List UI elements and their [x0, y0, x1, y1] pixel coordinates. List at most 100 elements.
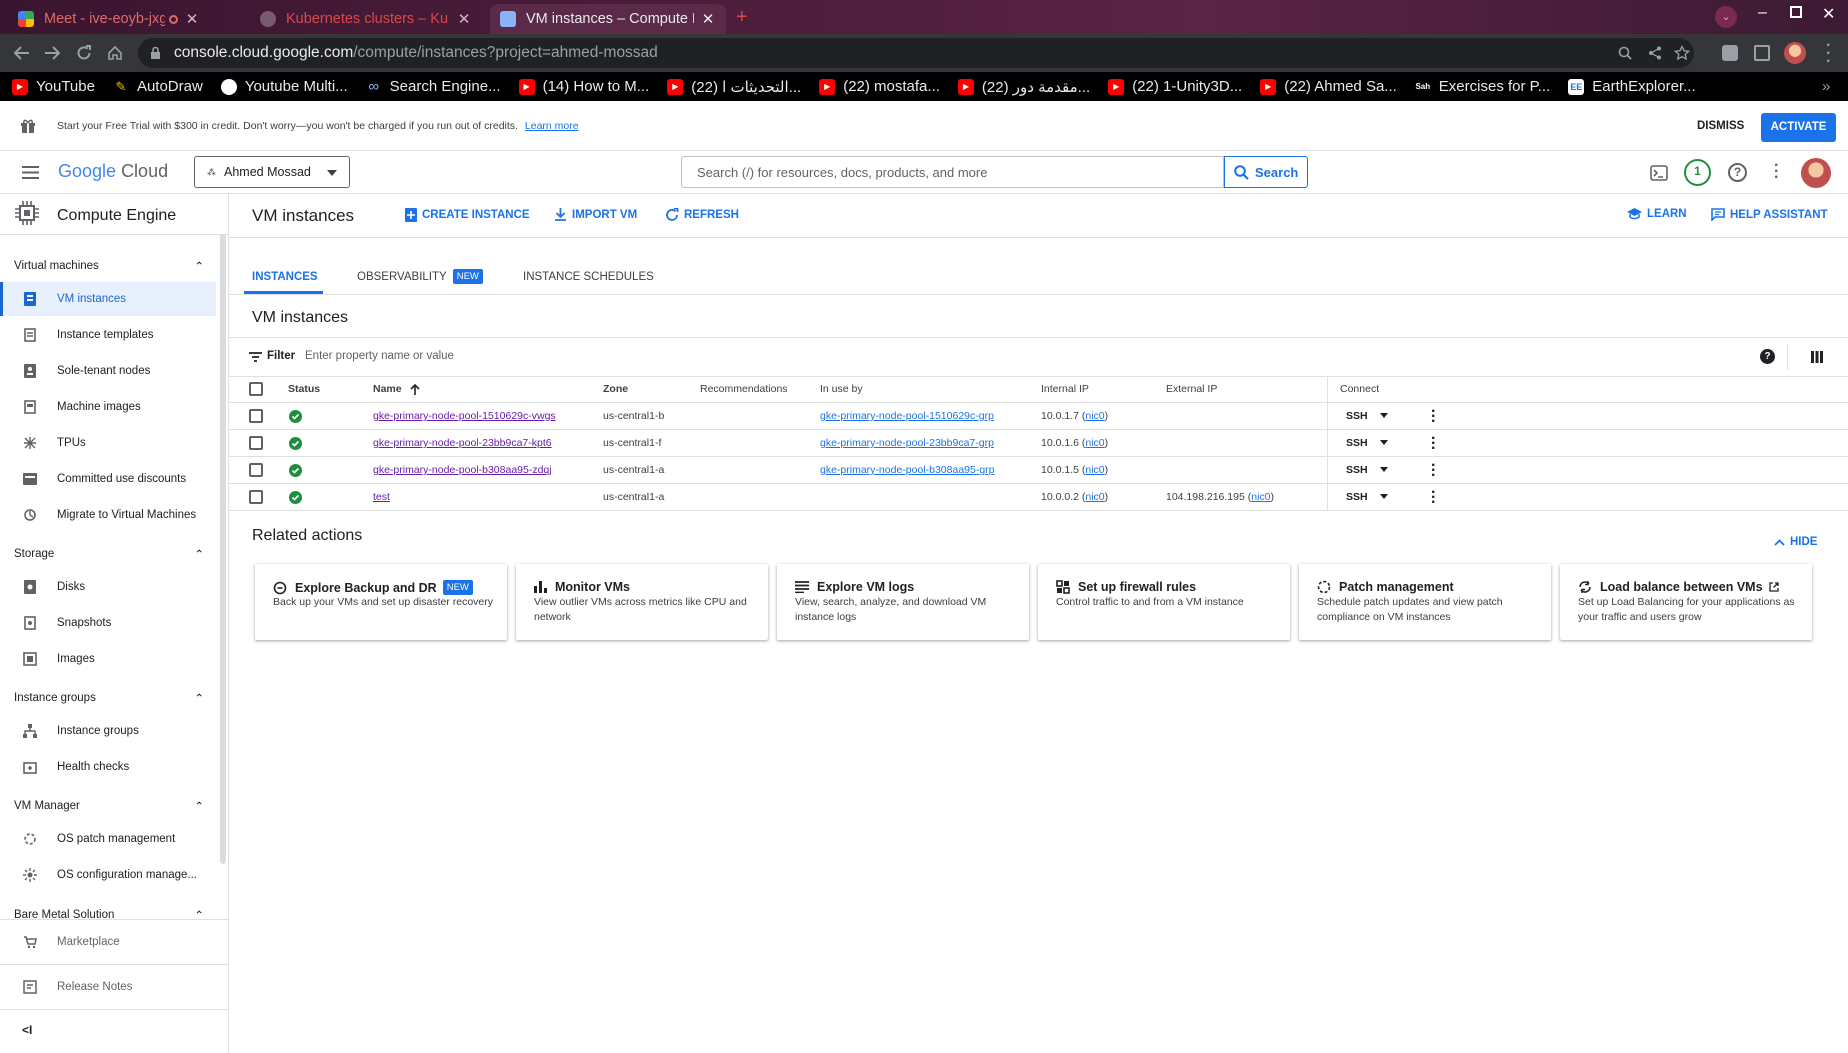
lock-icon[interactable] — [150, 46, 161, 60]
help-assistant-button[interactable]: HELP ASSISTANT — [1711, 208, 1828, 221]
bookmark-star-icon[interactable] — [1674, 45, 1690, 61]
ssh-dropdown-arrow-icon[interactable] — [1380, 467, 1388, 472]
bookmark-earthexplorer[interactable]: EE EarthExplorer... — [1568, 78, 1696, 95]
column-header-zone[interactable]: Zone — [603, 376, 628, 402]
refresh-button[interactable]: REFRESH — [665, 208, 739, 222]
section-vm-manager[interactable]: VM Manager ⌃ — [14, 799, 214, 813]
row-checkbox[interactable] — [249, 463, 263, 477]
card-explore-logs[interactable]: Explore VM logs View, search, analyze, a… — [777, 564, 1029, 640]
close-tab-icon[interactable]: ✕ — [184, 10, 200, 28]
tab-search-icon[interactable]: ⌄ — [1715, 6, 1737, 28]
row-more-actions-icon[interactable]: · · · — [1431, 485, 1436, 511]
google-cloud-logo[interactable]: Google Cloud — [58, 161, 168, 182]
sidebar-item-migrate[interactable]: Migrate to Virtual Machines — [0, 498, 216, 532]
project-picker[interactable]: ⁂ Ahmed Mossad — [194, 156, 350, 188]
tab-instance-schedules[interactable]: INSTANCE SCHEDULES — [523, 271, 654, 283]
column-header-internal-ip[interactable]: Internal IP — [1041, 376, 1089, 402]
chrome-menu-icon[interactable]: · · · — [1826, 38, 1831, 70]
section-storage[interactable]: Storage ⌃ — [14, 547, 214, 561]
sidebar-item-marketplace[interactable]: Marketplace — [0, 925, 216, 959]
row-more-actions-icon[interactable]: · · · — [1431, 404, 1436, 430]
row-more-actions-icon[interactable]: · · · — [1431, 458, 1436, 484]
sidebar-item-release-notes[interactable]: Release Notes — [0, 970, 216, 1004]
url-bar[interactable]: console.cloud.google.com/compute/instanc… — [138, 38, 1694, 68]
section-instance-groups[interactable]: Instance groups ⌃ — [14, 691, 214, 705]
sidebar-item-machine-images[interactable]: Machine images — [0, 390, 216, 424]
bookmark-updates[interactable]: ▶ (22) التحديثات ا... — [667, 78, 801, 96]
account-avatar[interactable] — [1801, 158, 1831, 188]
back-icon[interactable] — [14, 46, 30, 60]
row-checkbox[interactable] — [249, 490, 263, 504]
row-checkbox[interactable] — [249, 409, 263, 423]
create-instance-button[interactable]: CREATE INSTANCE — [405, 208, 530, 222]
notifications-badge[interactable]: 1 — [1684, 159, 1711, 186]
filter-icon[interactable] — [249, 352, 262, 362]
learn-button[interactable]: LEARN — [1627, 208, 1687, 220]
sidebar-item-instance-templates[interactable]: Instance templates — [0, 318, 216, 352]
search-input[interactable]: Search (/) for resources, docs, products… — [681, 156, 1224, 188]
ssh-button[interactable]: SSH — [1346, 430, 1368, 456]
side-panel-icon[interactable] — [1754, 45, 1770, 61]
bookmark-youtube-multi[interactable]: Youtube Multi... — [220, 78, 348, 95]
learn-more-link[interactable]: Learn more — [525, 120, 579, 132]
select-all-checkbox[interactable] — [249, 382, 263, 396]
nic-link[interactable]: nic0 — [1085, 464, 1104, 476]
bookmarks-overflow[interactable]: » — [1822, 78, 1830, 95]
bookmark-exercises[interactable]: Sah Exercises for P... — [1415, 78, 1550, 95]
minimize-icon[interactable]: – — [1758, 4, 1767, 22]
close-window-icon[interactable]: ✕ — [1822, 4, 1835, 24]
instance-name-link[interactable]: test — [373, 484, 390, 510]
extensions-icon[interactable] — [1722, 45, 1738, 61]
card-monitor-vms[interactable]: Monitor VMs View outlier VMs across metr… — [516, 564, 768, 640]
sidebar-item-instance-groups[interactable]: Instance groups — [0, 714, 216, 748]
browser-tab-vm-instances[interactable]: VM instances – Compute E ✕ — [490, 4, 726, 34]
sidebar-item-snapshots[interactable]: Snapshots — [0, 606, 216, 640]
bookmark-search-engine[interactable]: ∞ Search Engine... — [366, 78, 500, 95]
nic-link[interactable]: nic0 — [1251, 491, 1270, 503]
hamburger-menu-icon[interactable] — [22, 166, 39, 179]
browser-tab-meet[interactable]: Meet - ive-eoyb-jxg ✕ — [8, 4, 210, 34]
column-header-in-use-by[interactable]: In use by — [820, 376, 863, 402]
row-more-actions-icon[interactable]: · · · — [1431, 431, 1436, 457]
ssh-dropdown-arrow-icon[interactable] — [1380, 440, 1388, 445]
collapse-sidebar-button[interactable]: <I — [22, 1023, 32, 1037]
column-header-name[interactable]: Name — [373, 376, 420, 402]
maximize-icon[interactable] — [1790, 6, 1802, 18]
zoom-icon[interactable] — [1618, 46, 1632, 60]
close-tab-icon[interactable]: ✕ — [456, 10, 472, 28]
column-header-status[interactable]: Status — [288, 376, 320, 402]
ssh-dropdown-arrow-icon[interactable] — [1380, 494, 1388, 499]
sidebar-item-sole-tenant-nodes[interactable]: Sole-tenant nodes — [0, 354, 216, 388]
bookmark-autodraw[interactable]: ✎ AutoDraw — [113, 78, 203, 95]
sidebar-item-os-patch-management[interactable]: OS patch management — [0, 822, 216, 856]
sidebar-item-tpus[interactable]: TPUs — [0, 426, 216, 460]
sidebar-item-os-configuration[interactable]: OS configuration manage... — [0, 858, 216, 892]
close-tab-icon[interactable]: ✕ — [700, 10, 716, 28]
in-use-by-link[interactable]: gke-primary-node-pool-1510629c-grp — [820, 403, 994, 429]
nic-link[interactable]: nic0 — [1085, 491, 1104, 503]
in-use-by-link[interactable]: gke-primary-node-pool-b308aa95-grp — [820, 457, 995, 483]
row-checkbox[interactable] — [249, 436, 263, 450]
instance-name-link[interactable]: gke-primary-node-pool-23bb9ca7-kpt6 — [373, 430, 552, 456]
sidebar-item-images[interactable]: Images — [0, 642, 216, 676]
bookmark-intro[interactable]: ▶ (22) مقدمة دور... — [957, 78, 1090, 96]
nic-link[interactable]: nic0 — [1085, 410, 1104, 422]
bookmark-mostafa[interactable]: ▶ (22) mostafa... — [819, 78, 940, 95]
table-help-icon[interactable]: ? — [1760, 349, 1775, 364]
ssh-button[interactable]: SSH — [1346, 403, 1368, 429]
tab-observability[interactable]: OBSERVABILITY NEW — [357, 269, 483, 284]
nic-link[interactable]: nic0 — [1085, 437, 1104, 449]
more-options-icon[interactable]: · · · — [1774, 158, 1779, 186]
sidebar-item-health-checks[interactable]: Health checks — [0, 750, 216, 784]
bookmark-how-to[interactable]: ▶ (14) How to M... — [518, 78, 649, 95]
reload-icon[interactable] — [76, 45, 92, 61]
column-header-connect[interactable]: Connect — [1340, 376, 1379, 402]
card-backup-dr[interactable]: Explore Backup and DR NEW Back up your VM… — [255, 564, 507, 640]
card-load-balance[interactable]: Load balance between VMs Set up Load Bal… — [1560, 564, 1812, 640]
ssh-dropdown-arrow-icon[interactable] — [1380, 413, 1388, 418]
column-display-icon[interactable] — [1811, 351, 1823, 363]
dismiss-button[interactable]: DISMISS — [1697, 120, 1744, 132]
forward-icon[interactable] — [44, 46, 60, 60]
bookmark-youtube[interactable]: ▶ YouTube — [12, 78, 95, 95]
section-virtual-machines[interactable]: Virtual machines ⌃ — [14, 259, 214, 273]
